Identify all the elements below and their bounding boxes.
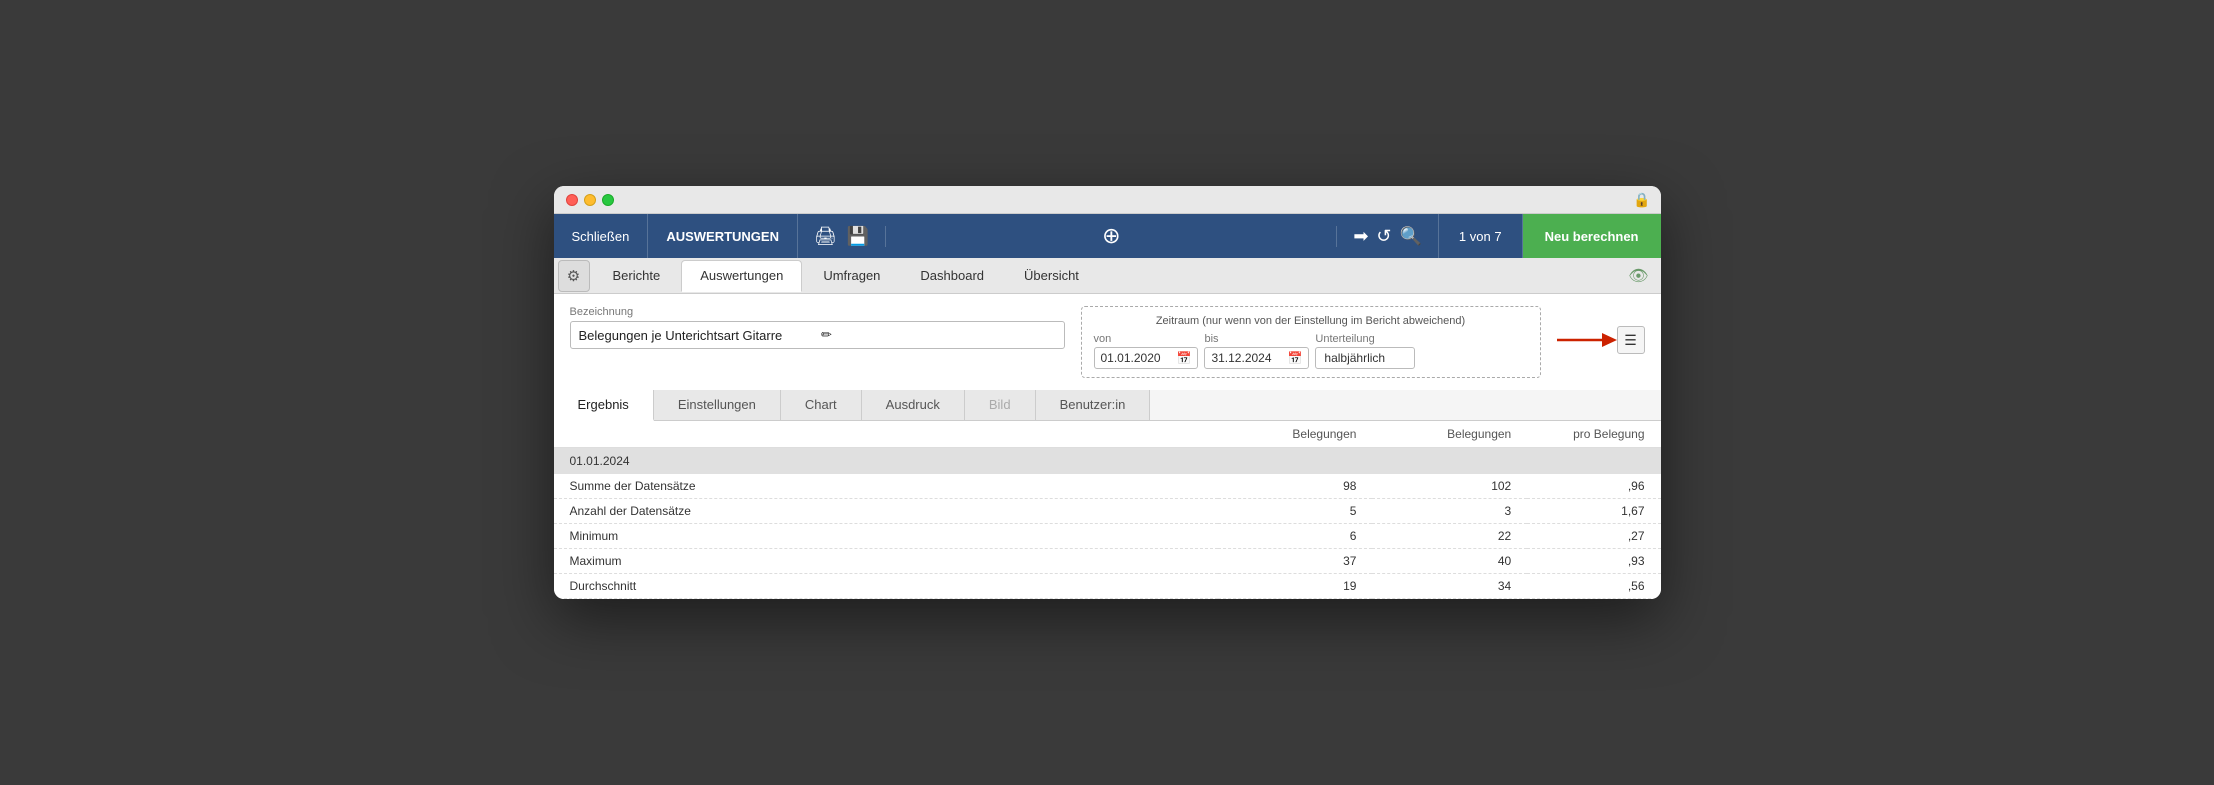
tab-uebersicht[interactable]: Übersicht [1005, 260, 1098, 292]
zeitraum-fields: von 📅 bis 📅 Untertei [1094, 333, 1528, 369]
row-label-durchschnitt: Durchschnitt [554, 574, 1218, 599]
lock-icon: 🔒 [1633, 191, 1650, 208]
subtab-bild[interactable]: Bild [965, 390, 1036, 420]
col-header-spacer [554, 421, 1218, 448]
table-row: Summe der Datensätze 98 102 ,96 [554, 474, 1661, 499]
von-date-field[interactable] [1101, 351, 1173, 365]
row-val2-anzahl: 3 [1372, 499, 1527, 524]
row-val3-minimum: ,27 [1527, 524, 1660, 549]
nav-right-icons: ➡ ↺ 🔍 [1336, 226, 1438, 247]
neu-berechnen-button[interactable]: Neu berechnen [1523, 214, 1661, 258]
eye-icon[interactable]: 👁 [1628, 266, 1648, 286]
col-header-pro-belegung: pro Belegung [1527, 421, 1660, 448]
table-row: Minimum 6 22 ,27 [554, 524, 1661, 549]
search-icon[interactable]: 🔍 [1400, 226, 1422, 247]
row-val1-durchschnitt: 19 [1218, 574, 1373, 599]
table-row: Maximum 37 40 ,93 [554, 549, 1661, 574]
nav-center: ⊕ [886, 223, 1336, 249]
row-val3-durchschnitt: ,56 [1527, 574, 1660, 599]
table-header-row: Belegungen Belegungen pro Belegung [554, 421, 1661, 448]
bis-label: bis [1204, 333, 1309, 345]
schliessen-button[interactable]: Schließen [554, 214, 649, 258]
date-group-row: 01.01.2024 [554, 448, 1661, 475]
page-info: 1 von 7 [1438, 214, 1523, 258]
bis-date-field[interactable] [1211, 351, 1283, 365]
top-form: Bezeichnung Belegungen je Unterichtsart … [554, 294, 1661, 378]
list-view-button[interactable]: ☰ [1617, 326, 1645, 354]
data-table: Belegungen Belegungen pro Belegung 01.01… [554, 421, 1661, 599]
tab-berichte[interactable]: Berichte [594, 260, 680, 292]
bis-calendar-icon[interactable]: 📅 [1287, 351, 1302, 365]
title-bar: 🔒 [554, 186, 1661, 214]
unterteilung-input[interactable] [1315, 347, 1415, 369]
row-label-minimum: Minimum [554, 524, 1218, 549]
edit-icon[interactable]: ✏ [821, 327, 1056, 343]
row-val1-maximum: 37 [1218, 549, 1373, 574]
gear-icon[interactable]: ⚙ [558, 260, 590, 292]
save-icon[interactable]: 💾 [847, 226, 869, 247]
tab-umfragen[interactable]: Umfragen [804, 260, 899, 292]
row-val1-anzahl: 5 [1218, 499, 1373, 524]
von-date-input[interactable]: 📅 [1094, 347, 1199, 369]
minimize-button[interactable] [584, 194, 596, 206]
col-header-belegungen1: Belegungen [1218, 421, 1373, 448]
row-val2-durchschnitt: 34 [1372, 574, 1527, 599]
subtab-chart[interactable]: Chart [781, 390, 862, 420]
row-val1-minimum: 6 [1218, 524, 1373, 549]
subtab-ausdruck[interactable]: Ausdruck [862, 390, 965, 420]
bis-field-group: bis 📅 [1204, 333, 1309, 369]
date-group-cell: 01.01.2024 [554, 448, 1661, 475]
row-val3-maximum: ,93 [1527, 549, 1660, 574]
row-val2-summe: 102 [1372, 474, 1527, 499]
content-area: Bezeichnung Belegungen je Unterichtsart … [554, 294, 1661, 599]
tab-bar: ⚙ Berichte Auswertungen Umfragen Dashboa… [554, 258, 1661, 294]
sub-tabs: Ergebnis Einstellungen Chart Ausdruck Bi… [554, 390, 1661, 421]
subtab-ergebnis[interactable]: Ergebnis [554, 390, 654, 421]
table-row: Durchschnitt 19 34 ,56 [554, 574, 1661, 599]
row-val2-maximum: 40 [1372, 549, 1527, 574]
row-val1-summe: 98 [1218, 474, 1373, 499]
row-label-maximum: Maximum [554, 549, 1218, 574]
von-label: von [1094, 333, 1199, 345]
col-header-belegungen2: Belegungen [1372, 421, 1527, 448]
arrow-svg [1557, 329, 1617, 351]
add-button[interactable]: ⊕ [1102, 223, 1120, 249]
auswertungen-label: AUSWERTUNGEN [648, 214, 798, 258]
von-calendar-icon[interactable]: 📅 [1177, 351, 1192, 365]
maximize-button[interactable] [602, 194, 614, 206]
close-button[interactable] [566, 194, 578, 206]
top-nav: Schließen AUSWERTUNGEN 🖨 💾 ⊕ ➡ ↺ 🔍 1 von… [554, 214, 1661, 258]
table-row: Anzahl der Datensätze 5 3 1,67 [554, 499, 1661, 524]
von-field-group: von 📅 [1094, 333, 1199, 369]
bezeichnung-label: Bezeichnung [570, 306, 1065, 318]
zeitraum-section: Zeitraum (nur wenn von der Einstellung i… [1081, 306, 1541, 378]
bis-date-input[interactable]: 📅 [1204, 347, 1309, 369]
bezeichnung-value: Belegungen je Unterichtsart Gitarre [579, 328, 814, 343]
zeitraum-title: Zeitraum (nur wenn von der Einstellung i… [1094, 315, 1528, 327]
traffic-lights [566, 194, 614, 206]
main-window: 🔒 Schließen AUSWERTUNGEN 🖨 💾 ⊕ ➡ ↺ 🔍 1 v… [554, 186, 1661, 599]
row-val3-summe: ,96 [1527, 474, 1660, 499]
arrow-right-icon[interactable]: ➡ [1353, 226, 1368, 247]
refresh-icon[interactable]: ↺ [1376, 226, 1391, 247]
nav-file-icons: 🖨 💾 [798, 226, 886, 247]
unterteilung-field-group: Unterteilung [1315, 333, 1415, 369]
row-val2-minimum: 22 [1372, 524, 1527, 549]
row-label-anzahl: Anzahl der Datensätze [554, 499, 1218, 524]
arrow-section: ☰ [1557, 306, 1645, 354]
red-arrow-icon [1557, 329, 1617, 351]
tab-dashboard[interactable]: Dashboard [901, 260, 1003, 292]
row-label-summe: Summe der Datensätze [554, 474, 1218, 499]
subtab-benutzerin[interactable]: Benutzer:in [1036, 390, 1151, 420]
row-val3-anzahl: 1,67 [1527, 499, 1660, 524]
subtab-einstellungen[interactable]: Einstellungen [654, 390, 781, 420]
print-icon[interactable]: 🖨 [814, 226, 837, 247]
tab-auswertungen[interactable]: Auswertungen [681, 260, 802, 292]
unterteilung-label: Unterteilung [1315, 333, 1415, 345]
bezeichnung-section: Bezeichnung Belegungen je Unterichtsart … [570, 306, 1065, 349]
bezeichnung-input-row: Belegungen je Unterichtsart Gitarre ✏ [570, 321, 1065, 349]
